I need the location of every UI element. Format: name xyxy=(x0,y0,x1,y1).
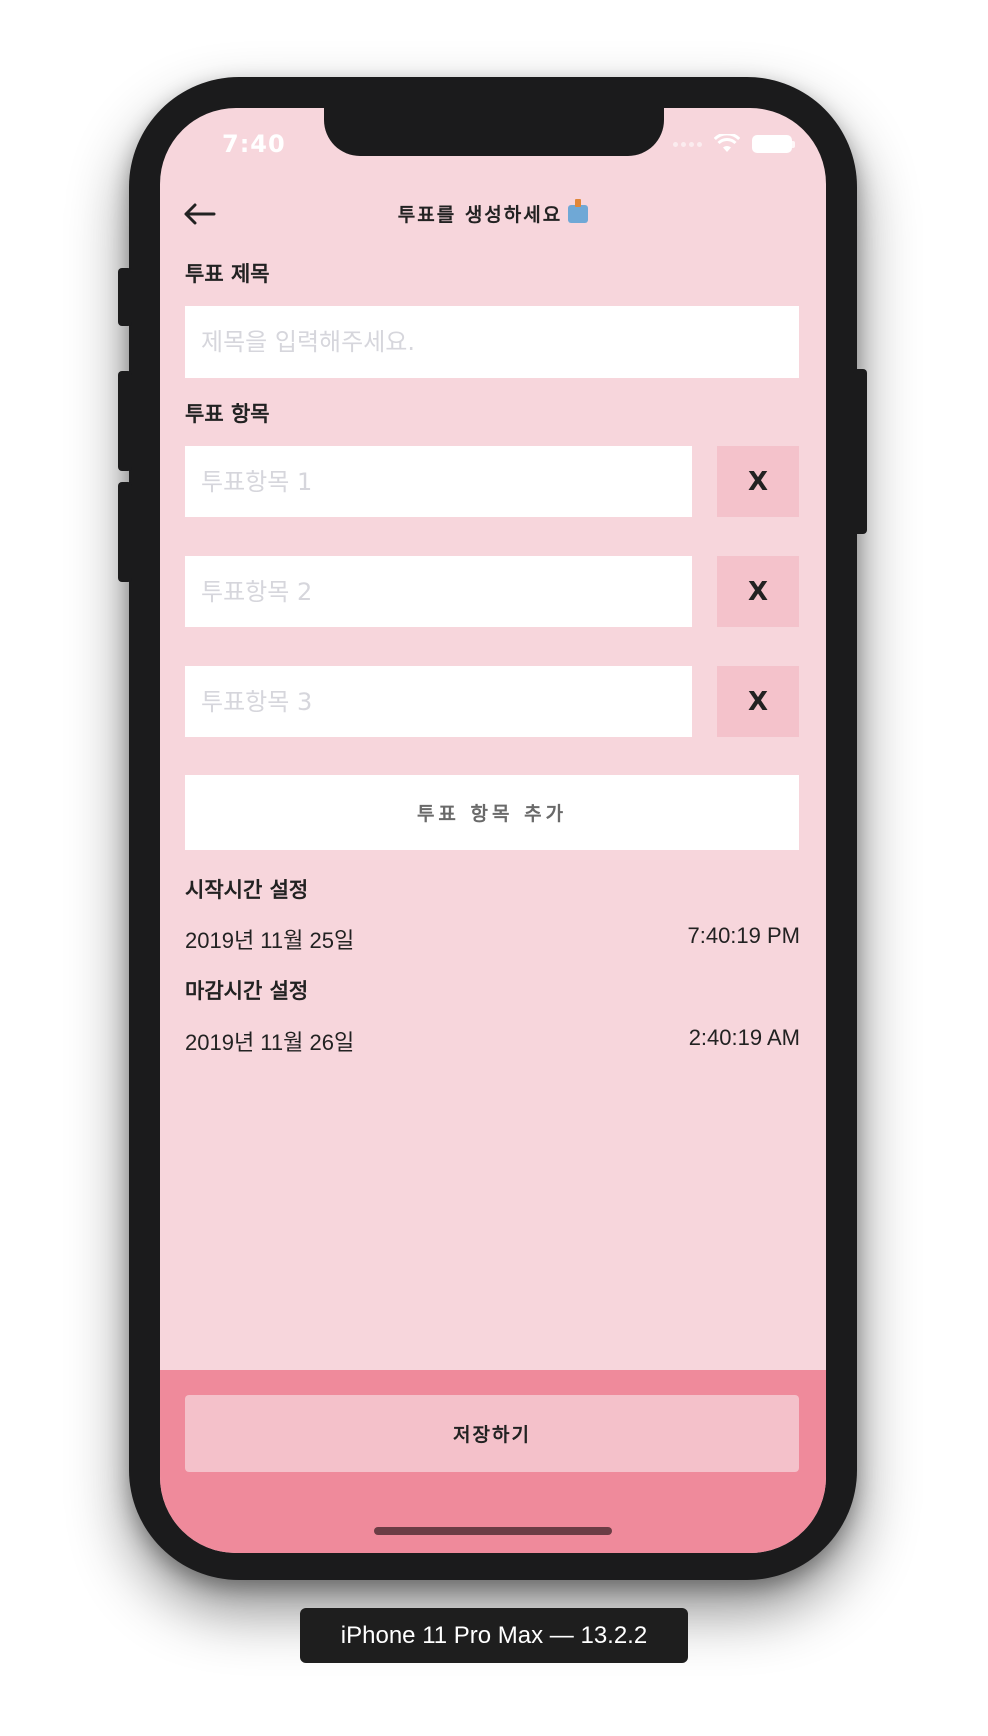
title-input[interactable] xyxy=(185,306,799,378)
remove-option-button-2[interactable]: X xyxy=(717,556,799,627)
battery-icon xyxy=(752,135,795,153)
wifi-icon xyxy=(714,134,740,152)
start-date-picker[interactable]: 2019년 11월 25일 xyxy=(185,923,354,955)
page-title-text: 투표를 생성하세요 xyxy=(397,204,563,226)
page-title: 투표를 생성하세요 xyxy=(160,199,826,227)
title-label: 투표 제목 xyxy=(185,262,270,286)
start-time-picker[interactable]: 7:40:19 PM xyxy=(687,923,800,949)
options-label: 투표 항목 xyxy=(185,402,270,426)
end-time-label: 마감시간 설정 xyxy=(185,979,309,1003)
volume-up-button xyxy=(118,371,132,471)
remove-option-button-1[interactable]: X xyxy=(717,446,799,517)
save-button[interactable]: 저장하기 xyxy=(185,1395,799,1472)
notch xyxy=(324,108,664,156)
add-option-button[interactable]: 투표 항목 추가 xyxy=(185,775,799,850)
device-label: iPhone 11 Pro Max — 13.2.2 xyxy=(300,1608,688,1663)
status-time: 7:40 xyxy=(222,130,286,158)
end-time-picker[interactable]: 2:40:19 AM xyxy=(689,1025,800,1051)
footer-bar: 저장하기 xyxy=(160,1370,826,1553)
home-indicator[interactable] xyxy=(374,1527,612,1535)
option-input-1[interactable] xyxy=(185,446,692,517)
volume-down-button xyxy=(118,482,132,582)
end-date-picker[interactable]: 2019년 11월 26일 xyxy=(185,1025,354,1057)
ballot-box-icon xyxy=(568,199,589,223)
app-screen: 7:40 투표를 생성하세요 투표 제목 투표 항목 X X X 투표 항목 추… xyxy=(160,108,826,1553)
signal-icon xyxy=(673,141,702,147)
mute-switch xyxy=(118,268,132,326)
status-indicators xyxy=(673,134,795,154)
nav-bar: 투표를 생성하세요 xyxy=(160,190,826,240)
power-button xyxy=(853,369,867,534)
start-time-label: 시작시간 설정 xyxy=(185,878,309,902)
option-input-2[interactable] xyxy=(185,556,692,627)
remove-option-button-3[interactable]: X xyxy=(717,666,799,737)
option-input-3[interactable] xyxy=(185,666,692,737)
